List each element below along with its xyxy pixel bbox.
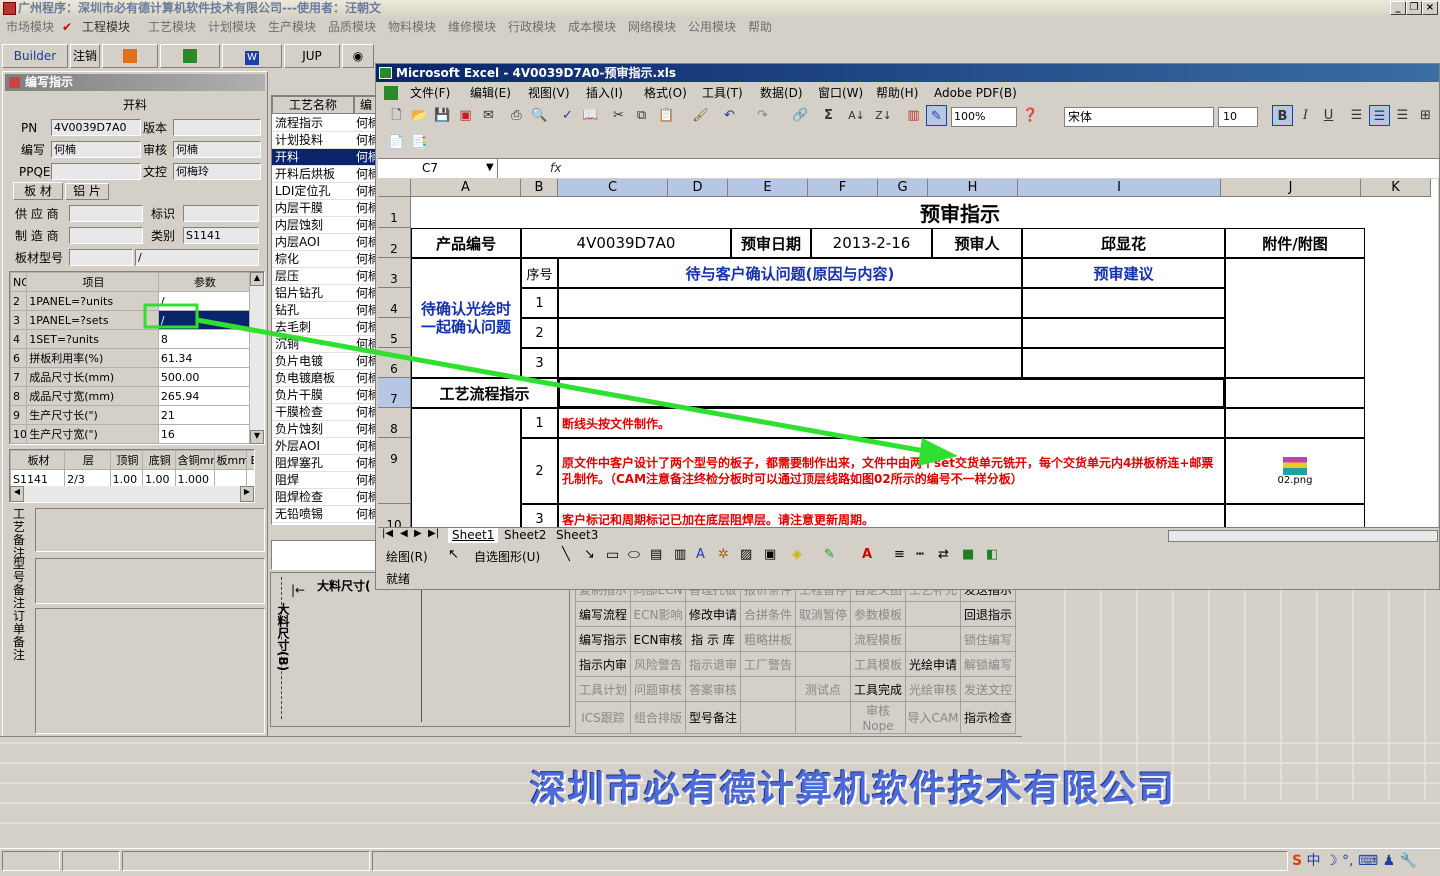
ime-mode[interactable]: 中	[1307, 853, 1321, 869]
punct-icon: °,	[1342, 853, 1354, 869]
sogou-icon: S	[1292, 853, 1303, 869]
status-pane-4	[372, 851, 1288, 871]
status-pane-1	[2, 851, 60, 871]
annotation-arrowhead	[918, 438, 958, 466]
annotation-arrow	[143, 303, 958, 466]
moon-icon: ☽	[1325, 853, 1338, 869]
settings-icon: 🔧	[1399, 853, 1418, 869]
status-bar: S 中 ☽ °, ⌨ ♟ 🔧	[0, 848, 1440, 872]
annotation-arrow-line	[196, 317, 931, 455]
keyboard-icon: ⌨	[1357, 853, 1379, 869]
annotation-highlight-box	[143, 303, 199, 329]
user-icon: ♟	[1382, 853, 1396, 869]
status-pane-3	[122, 851, 370, 871]
ime-tray[interactable]: S 中 ☽ °, ⌨ ♟ 🔧	[1292, 851, 1438, 871]
status-pane-2	[62, 851, 120, 871]
